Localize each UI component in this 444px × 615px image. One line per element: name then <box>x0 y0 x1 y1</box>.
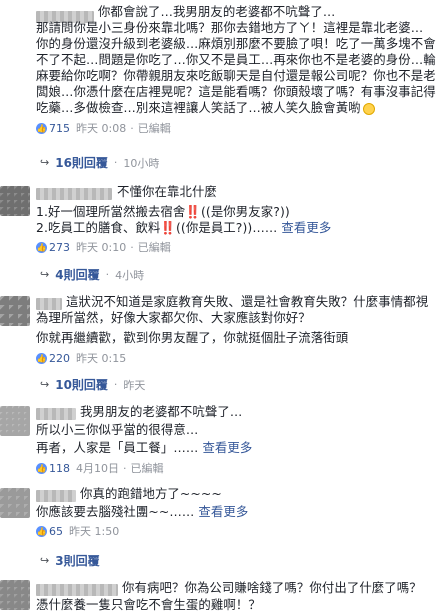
commenter-name[interactable] <box>36 408 76 420</box>
reply-arrow-icon: ↪ <box>40 268 50 281</box>
comment-text: 闆娘…你憑什麼在店裡晃呢？這是能看嗎？你頭殼壞了嗎？有事沒事記得 <box>36 84 436 99</box>
separator: · <box>130 121 134 135</box>
reply-arrow-icon: ↪ <box>40 554 50 567</box>
comment-text: 那請問你是小三身份來靠北嗎？那你去錯地方了ㄚ！這裡是靠北老婆… <box>36 20 424 35</box>
comment-text-span: 你應該要去腦殘社團~~…… <box>36 504 195 519</box>
like-icon: 👍 <box>36 241 47 253</box>
like-count[interactable]: 118 <box>49 462 70 475</box>
like-icon: 👍 <box>36 525 47 537</box>
comment-text: 憑什麼養一隻只會吃不會生蛋的雞啊！？ <box>36 597 261 612</box>
avatar[interactable] <box>0 296 30 326</box>
comment-text: 吃藥…多做檢查…別來這裡讓人笑話了…被人笑久臉會黃喲 <box>36 100 375 116</box>
comment-text: 1.好一個理所當然搬去宿舍‼️((是你男友家?)) <box>36 204 290 219</box>
replies-time: 昨天 <box>123 378 146 392</box>
separator: · <box>123 461 127 475</box>
view-replies-link[interactable]: ↪ 4則回覆 · 4小時 <box>40 266 144 283</box>
replies-time: 4小時 <box>115 268 145 282</box>
comment-time[interactable]: 昨天 0:10 <box>76 239 126 255</box>
commenter-name[interactable] <box>36 490 76 502</box>
commenter-name[interactable] <box>36 188 112 200</box>
view-replies-link[interactable]: ↪ 10則回覆 · 昨天 <box>40 376 145 393</box>
edited-label[interactable]: 已編輯 <box>138 239 171 255</box>
view-replies-link[interactable]: ↪ 16則回覆 · 10小時 <box>40 154 159 171</box>
avatar[interactable] <box>0 488 30 518</box>
comment-text: 為理所當然，好像大家都欠你、大家應該對你好？ <box>36 310 311 325</box>
like-count[interactable]: 715 <box>49 122 70 135</box>
edited-label[interactable]: 已編輯 <box>131 460 164 476</box>
comment-text: 你應該要去腦殘社團~~…… 查看更多 <box>36 504 248 520</box>
like-count[interactable]: 273 <box>49 241 70 254</box>
comment-text: 你真的跑錯地方了~~~~ <box>80 486 222 501</box>
replies-count[interactable]: 10則回覆 <box>55 376 108 393</box>
comment-text: 不了不起…問題是你吃了…你又不是員工…再來你也不是老婆的身份…輪 <box>36 52 436 67</box>
edited-label[interactable]: 已編輯 <box>138 120 171 136</box>
comment-time[interactable]: 昨天 0:08 <box>76 120 126 136</box>
comment-time[interactable]: 昨天 0:15 <box>76 350 126 366</box>
replies-time-dot: · <box>105 268 110 281</box>
commenter-name[interactable] <box>36 298 62 310</box>
comment-text: 你就再繼續歡，歡到你男友醒了，你就挺個肚子流落街頭 <box>36 330 349 345</box>
comment-time[interactable]: 昨天 1:50 <box>69 523 119 539</box>
comment-time[interactable]: 4月10日 <box>76 460 119 476</box>
commenter-name[interactable] <box>36 584 118 596</box>
comment-meta: 👍 118 4月10日 · 已編輯 <box>36 461 164 475</box>
replies-count[interactable]: 16則回覆 <box>55 154 108 171</box>
comment-text: 2.吃員工的膳食、飲料‼️((你是員工?))…… 查看更多 <box>36 220 331 236</box>
see-more-link[interactable]: 查看更多 <box>202 440 252 455</box>
comment-text: 你有病吧？你為公司賺啥錢了嗎？你付出了什麼了嗎？ <box>122 580 422 595</box>
comment-text-span: 2.吃員工的膳食、飲料‼️((你是員工?))…… <box>36 220 278 235</box>
reply-arrow-icon: ↪ <box>40 378 50 391</box>
comment-meta: 👍 273 昨天 0:10 · 已編輯 <box>36 240 171 254</box>
like-icon: 👍 <box>36 122 47 134</box>
separator: · <box>130 240 134 254</box>
comment-text: 你的身份還沒升級到老婆級…麻煩別那麼不要臉了唄！吃了一萬多塊不會 <box>36 36 436 51</box>
reply-arrow-icon: ↪ <box>40 156 50 169</box>
comment-text-span: 吃藥…多做檢查…別來這裡讓人笑話了…被人笑久臉會黃喲 <box>36 100 361 115</box>
comment-text: 再者，人家是「員工餐」…… 查看更多 <box>36 440 252 456</box>
see-more-link[interactable]: 查看更多 <box>198 504 248 519</box>
view-replies-link[interactable]: ↪ 3則回覆 <box>40 552 100 569</box>
comment-meta: 👍 220 昨天 0:15 <box>36 351 126 365</box>
like-icon: 👍 <box>36 352 47 364</box>
like-count[interactable]: 220 <box>49 352 70 365</box>
smile-emoji-icon <box>362 102 375 115</box>
comment-text-span: 再者，人家是「員工餐」…… <box>36 440 199 455</box>
comment-text: 這狀況不知道是家庭教育失敗、還是社會教育失敗？什麼事情都視 <box>66 294 429 309</box>
comment-text: 我男朋友的老婆都不吭聲了… <box>80 404 243 419</box>
replies-time-dot: · <box>113 156 118 169</box>
comment-text: 不懂你在靠北什麼 <box>117 184 217 199</box>
comment-text: 所以小三你似乎當的很得意… <box>36 422 199 437</box>
comment-text: 你都會說了…我男朋友的老婆都不吭聲了… <box>98 4 336 19</box>
see-more-link[interactable]: 查看更多 <box>281 220 331 235</box>
comment-meta: 👍 65 昨天 1:50 <box>36 524 119 538</box>
like-icon: 👍 <box>36 462 47 474</box>
comment-meta: 👍 715 昨天 0:08 · 已編輯 <box>36 121 171 135</box>
comment-text: 麻要給你吃啊？你帶親朋友來吃飯聊天是自付還是報公司呢？你也不是老 <box>36 68 436 83</box>
avatar[interactable] <box>0 406 30 436</box>
replies-time-dot: · <box>113 378 118 391</box>
avatar[interactable] <box>0 580 30 610</box>
avatar[interactable] <box>0 186 30 216</box>
like-count[interactable]: 65 <box>49 525 63 538</box>
replies-time: 10小時 <box>123 156 160 170</box>
replies-count[interactable]: 3則回覆 <box>55 552 99 569</box>
replies-count[interactable]: 4則回覆 <box>55 266 99 283</box>
